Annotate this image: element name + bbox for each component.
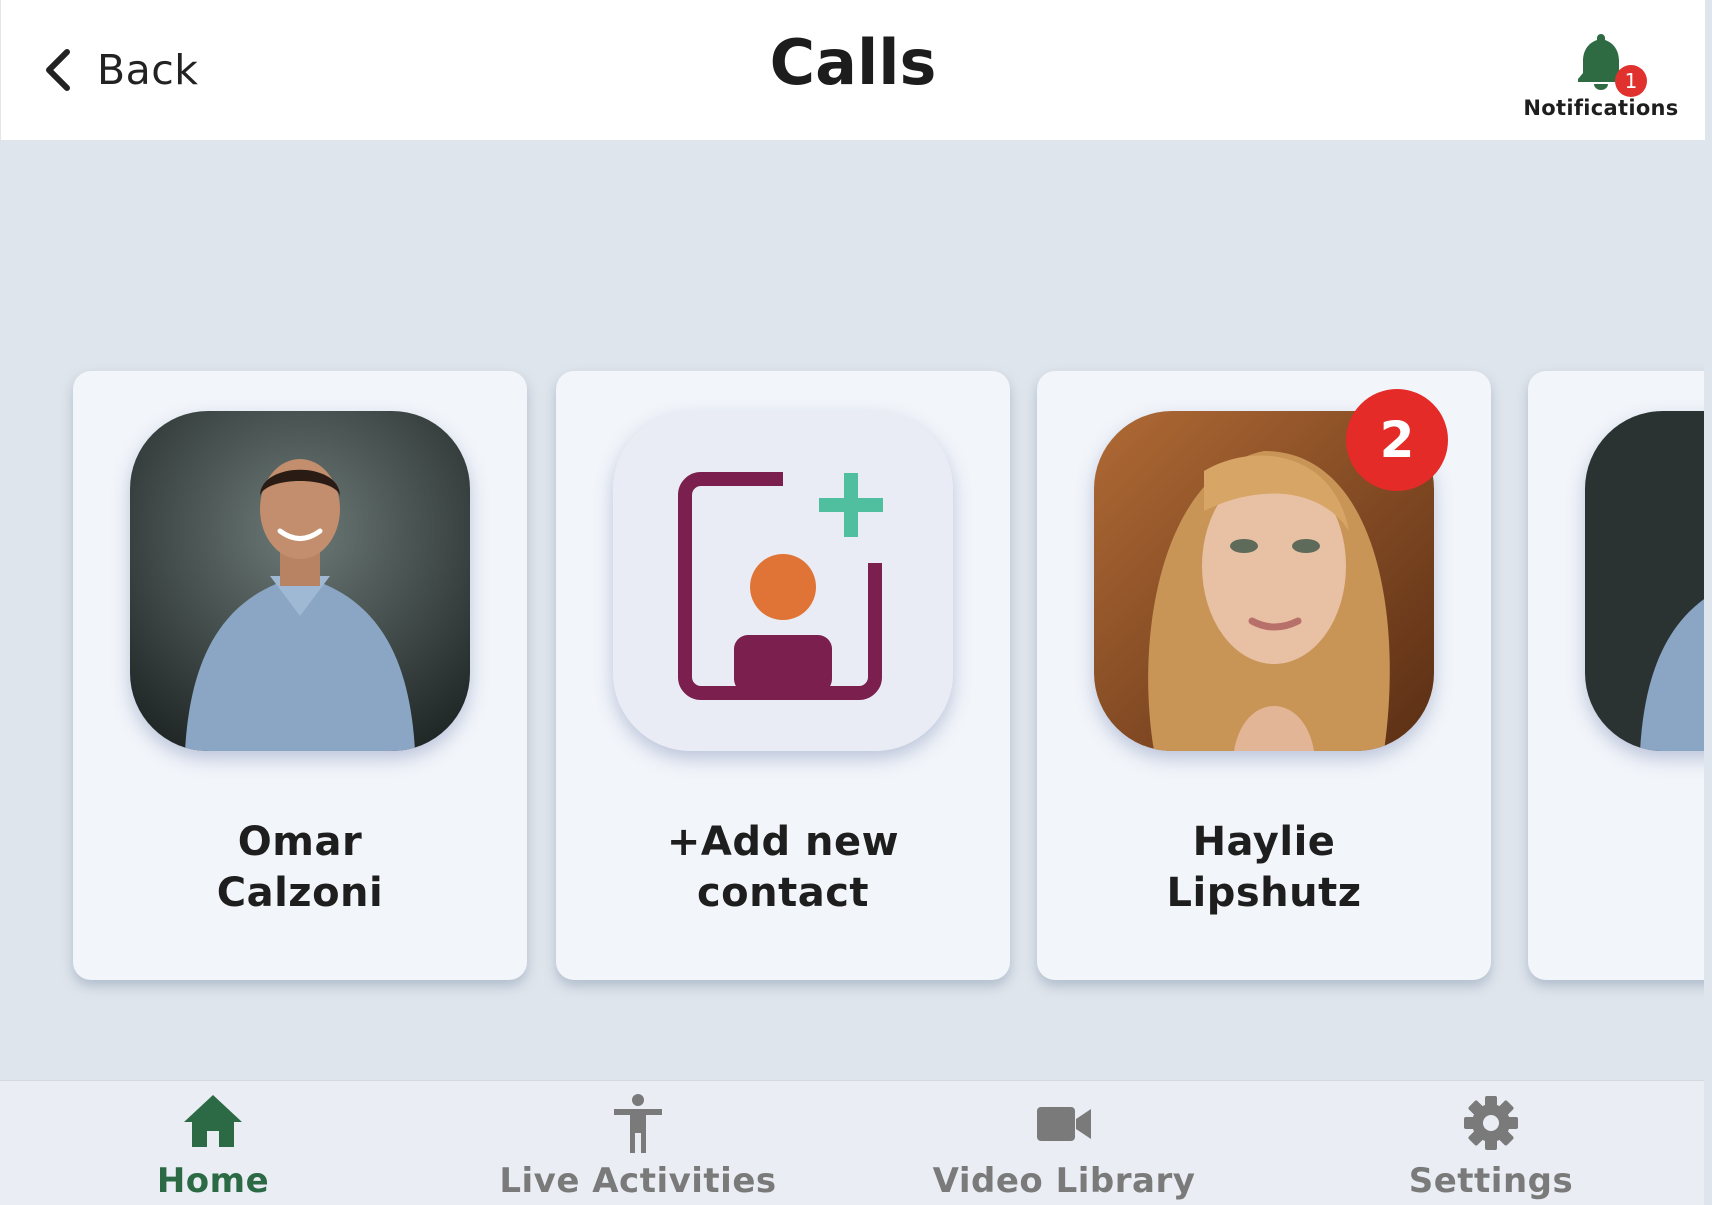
home-icon	[63, 1093, 363, 1159]
nav-home-label: Home	[156, 1161, 270, 1201]
contact-card-partial[interactable]	[1528, 371, 1704, 980]
contact-last-name: Lipshutz	[1166, 870, 1362, 916]
contact-card-omar[interactable]: Omar Calzoni	[73, 371, 527, 980]
contact-first-name: Omar	[237, 819, 363, 865]
contact-first-name: Haylie	[1192, 819, 1336, 865]
video-camera-icon	[914, 1093, 1214, 1159]
contact-photo	[1585, 411, 1704, 751]
nav-video-library-label: Video Library	[932, 1161, 1196, 1201]
gear-icon	[1341, 1093, 1641, 1159]
unread-count-badge: 2	[1346, 389, 1448, 491]
bottom-nav: Home Live Activities Video Library Setti…	[0, 1080, 1704, 1205]
add-contact-icon	[613, 411, 953, 751]
add-contact-label-line2: contact	[696, 870, 870, 916]
contact-photo	[130, 411, 470, 751]
notification-count-badge: 1	[1615, 65, 1647, 97]
add-contact-label: +Add new contact	[556, 817, 1010, 919]
notifications-button[interactable]: 1 Notifications	[1521, 30, 1681, 126]
top-bar: Back Calls 1 Notifications	[0, 0, 1705, 140]
accessibility-person-icon	[488, 1093, 788, 1159]
nav-live-activities-label: Live Activities	[499, 1161, 777, 1201]
nav-settings-label: Settings	[1408, 1161, 1574, 1201]
nav-settings[interactable]: Settings	[1341, 1081, 1641, 1205]
contacts-carousel[interactable]: Omar Calzoni +Add new contact 2 Haylie L…	[0, 140, 1704, 1080]
contact-card-haylie[interactable]: 2 Haylie Lipshutz	[1037, 371, 1491, 980]
contact-name: Haylie Lipshutz	[1037, 817, 1491, 919]
contact-name: Omar Calzoni	[73, 817, 527, 919]
add-contact-card[interactable]: +Add new contact	[556, 371, 1010, 980]
nav-video-library[interactable]: Video Library	[914, 1081, 1214, 1205]
nav-live-activities[interactable]: Live Activities	[488, 1081, 788, 1205]
page-title: Calls	[769, 26, 937, 99]
nav-home[interactable]: Home	[63, 1081, 363, 1205]
add-contact-label-line1: +Add new	[666, 819, 900, 865]
contact-last-name: Calzoni	[216, 870, 384, 916]
notifications-label: Notifications	[1523, 96, 1679, 120]
